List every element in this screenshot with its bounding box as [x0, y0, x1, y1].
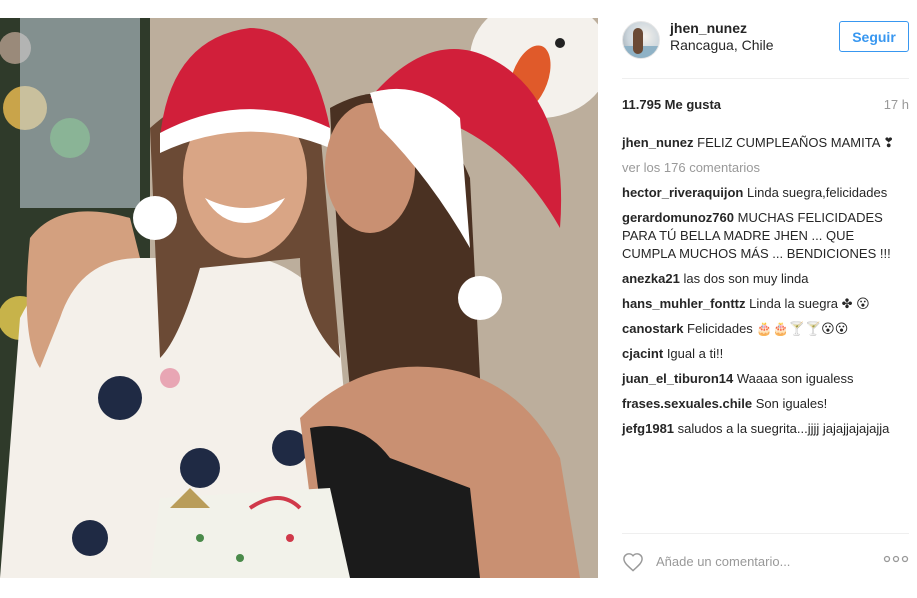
- comment-item: gerardomunoz760 MUCHAS FELICIDADES PARA …: [622, 209, 909, 263]
- comment-item: hans_muhler_fonttz Linda la suegra ✤ 😮: [622, 295, 909, 313]
- comment-author[interactable]: hans_muhler_fonttz: [622, 296, 746, 311]
- comment-author[interactable]: canostark: [622, 321, 683, 336]
- more-options-icon[interactable]: [883, 554, 909, 564]
- comment-text: Son iguales!: [755, 396, 828, 411]
- post-meta: 11.795 Me gusta 17 h: [622, 97, 909, 115]
- comment-text: Felicidades 🎂🎂🍸🍸😮😮: [687, 321, 849, 336]
- comment-text: Igual a ti!!: [666, 346, 724, 361]
- post-photo-illustration: [0, 18, 598, 578]
- heart-icon[interactable]: [622, 552, 644, 572]
- add-comment-input[interactable]: [656, 549, 856, 573]
- likes-count[interactable]: 11.795 Me gusta: [622, 97, 721, 112]
- post-photo[interactable]: [0, 18, 598, 578]
- comment-text: Waaaa son igualess: [736, 371, 854, 386]
- caption-text: FELIZ CUMPLEAÑOS MAMITA ❣: [697, 135, 895, 150]
- caption-author[interactable]: jhen_nunez: [622, 135, 694, 150]
- author-username[interactable]: jhen_nunez: [670, 20, 747, 36]
- comment-item: jefg1981 saludos a la suegrita...jjjj ja…: [622, 420, 909, 438]
- caption: jhen_nunez FELIZ CUMPLEAÑOS MAMITA ❣: [622, 134, 909, 152]
- comment-text: las dos son muy linda: [683, 271, 809, 286]
- comment-author[interactable]: hector_riveraquijon: [622, 185, 743, 200]
- comment-author[interactable]: cjacint: [622, 346, 663, 361]
- comment-item: cjacint Igual a ti!!: [622, 345, 909, 363]
- comment-text: saludos a la suegrita...jjjj jajajjajaja…: [677, 421, 890, 436]
- comment-item: anezka21 las dos son muy linda: [622, 270, 909, 288]
- header-divider: [622, 78, 909, 79]
- comment-author[interactable]: frases.sexuales.chile: [622, 396, 752, 411]
- comment-text: Linda suegra,felicidades: [747, 185, 888, 200]
- comment-item: juan_el_tiburon14 Waaaa son igualess: [622, 370, 909, 388]
- comment-author[interactable]: jefg1981: [622, 421, 674, 436]
- comment-item: hector_riveraquijon Linda suegra,felicid…: [622, 184, 909, 202]
- view-all-comments-link[interactable]: ver los 176 comentarios: [622, 159, 909, 177]
- avatar-photo-figure: [633, 28, 643, 54]
- comment-item: frases.sexuales.chile Son iguales!: [622, 395, 909, 413]
- comment-author[interactable]: gerardomunoz760: [622, 210, 734, 225]
- add-comment-row: [598, 540, 917, 578]
- comment-text: Linda la suegra ✤ 😮: [749, 296, 870, 311]
- comment-author[interactable]: juan_el_tiburon14: [622, 371, 733, 386]
- post-sidebar: jhen_nunez Rancagua, Chile Seguir 11.795…: [598, 18, 917, 578]
- comment-author[interactable]: anezka21: [622, 271, 680, 286]
- comments-list: jhen_nunez FELIZ CUMPLEAÑOS MAMITA ❣ ver…: [622, 134, 909, 445]
- post-time[interactable]: 17 h: [884, 97, 909, 112]
- author-avatar[interactable]: [622, 21, 660, 59]
- comments-divider: [622, 533, 909, 534]
- author-location[interactable]: Rancagua, Chile: [670, 37, 774, 53]
- post-header: jhen_nunez Rancagua, Chile Seguir: [598, 18, 917, 90]
- comment-item: canostark Felicidades 🎂🎂🍸🍸😮😮: [622, 320, 909, 338]
- follow-button[interactable]: Seguir: [839, 21, 909, 52]
